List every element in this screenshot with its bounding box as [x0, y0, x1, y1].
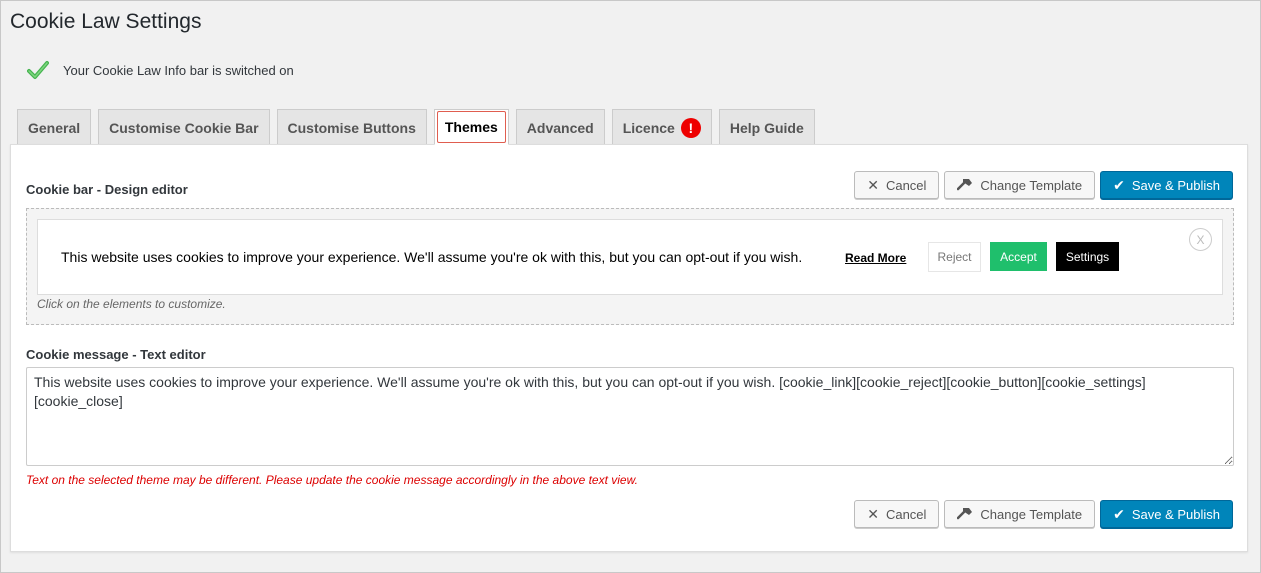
- themes-panel: Cookie bar - Design editor ✕ Cancel Chan…: [10, 144, 1248, 552]
- button-label: Save & Publish: [1131, 177, 1220, 193]
- checkmark-icon: ✔: [1113, 506, 1125, 522]
- cancel-button[interactable]: ✕ Cancel: [854, 500, 940, 528]
- text-editor-label: Cookie message - Text editor: [26, 347, 206, 362]
- settings-tabs: General Customise Cookie Bar Customise B…: [17, 109, 815, 145]
- accept-button[interactable]: Accept: [990, 242, 1047, 271]
- alert-icon: !: [680, 117, 701, 138]
- tab-customise-cookie-bar[interactable]: Customise Cookie Bar: [98, 109, 270, 145]
- top-action-buttons: ✕ Cancel Change Template ✔ Save & Publis…: [854, 171, 1233, 199]
- save-publish-button[interactable]: ✔ Save & Publish: [1100, 500, 1233, 528]
- button-label: Save & Publish: [1131, 506, 1220, 522]
- cookie-message-textarea[interactable]: This website uses cookies to improve you…: [26, 367, 1234, 466]
- cookie-bar-message[interactable]: This website uses cookies to improve you…: [61, 249, 802, 265]
- customize-hint: Click on the elements to customize.: [37, 297, 226, 311]
- tab-advanced[interactable]: Advanced: [515, 109, 605, 145]
- tab-label: Themes: [436, 111, 506, 143]
- checkmark-icon: [27, 59, 49, 81]
- close-icon: ✕: [867, 177, 879, 193]
- button-label: Cancel: [885, 506, 927, 522]
- tab-label: Licence: [622, 119, 675, 136]
- tab-label: Advanced: [526, 119, 594, 136]
- tab-label: Customise Cookie Bar: [109, 119, 259, 136]
- design-editor-label: Cookie bar - Design editor: [26, 182, 188, 197]
- tab-general[interactable]: General: [17, 109, 92, 145]
- settings-button[interactable]: Settings: [1056, 242, 1119, 271]
- checkmark-icon: ✔: [1113, 177, 1125, 193]
- tab-help-guide[interactable]: Help Guide: [718, 109, 815, 145]
- change-template-button[interactable]: Change Template: [944, 500, 1096, 528]
- notice-text: Your Cookie Law Info bar is switched on: [63, 62, 294, 78]
- page-title: Cookie Law Settings: [10, 10, 202, 33]
- tab-licence[interactable]: Licence!: [611, 109, 712, 145]
- cancel-button[interactable]: ✕ Cancel: [854, 171, 940, 199]
- button-label: Change Template: [980, 506, 1083, 522]
- hammer-icon: [957, 506, 973, 523]
- change-template-button[interactable]: Change Template: [944, 171, 1096, 199]
- tab-label: Help Guide: [729, 119, 804, 136]
- status-notice: Your Cookie Law Info bar is switched on: [27, 59, 294, 81]
- read-more-link[interactable]: Read More: [845, 251, 906, 265]
- button-label: Cancel: [885, 177, 927, 193]
- save-publish-button[interactable]: ✔ Save & Publish: [1100, 171, 1233, 199]
- bottom-action-buttons: ✕ Cancel Change Template ✔ Save & Publis…: [854, 500, 1233, 528]
- theme-warning: Text on the selected theme may be differ…: [26, 473, 638, 487]
- tab-themes[interactable]: Themes: [433, 109, 509, 145]
- button-label: Change Template: [980, 177, 1083, 193]
- tab-label: General: [28, 119, 81, 136]
- tab-customise-buttons[interactable]: Customise Buttons: [276, 109, 427, 145]
- close-icon: ✕: [867, 506, 879, 522]
- tab-label: Customise Buttons: [287, 119, 416, 136]
- cookie-bar-preview[interactable]: This website uses cookies to improve you…: [37, 219, 1223, 295]
- reject-button[interactable]: Reject: [928, 242, 981, 272]
- design-editor-area: This website uses cookies to improve you…: [26, 208, 1234, 325]
- hammer-icon: [957, 177, 973, 194]
- close-icon[interactable]: X: [1189, 228, 1212, 251]
